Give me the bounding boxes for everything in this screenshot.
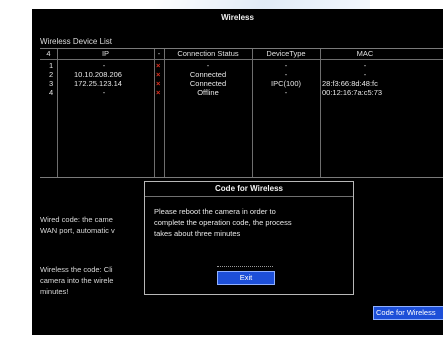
row-status: Connected xyxy=(189,79,227,88)
dialog-message-line: takes about three minutes xyxy=(154,229,241,238)
table-body: 1 - × - - - 2 10.10.208.206 × Connected … xyxy=(40,61,443,97)
row-ip: 10.10.208.206 xyxy=(74,70,122,79)
dialog-message-line: Please reboot the camera in order to xyxy=(154,207,276,216)
row-number: 1 xyxy=(49,61,54,70)
table-row[interactable]: 3 172.25.123.14 × Connected IPC(100) 28:… xyxy=(40,79,443,88)
device-table: 4 IP - Connection Status DeviceType MAC … xyxy=(40,48,443,178)
row-ip: 172.25.123.14 xyxy=(74,79,122,88)
row-mac: - xyxy=(363,61,367,70)
delete-icon[interactable]: × xyxy=(156,88,160,97)
row-status: Connected xyxy=(189,70,227,79)
table-row[interactable]: 4 - × Offline - 00:12:16:7a:c5:73 xyxy=(40,88,443,97)
row-status: - xyxy=(206,61,210,70)
delete-icon[interactable]: × xyxy=(156,79,160,88)
row-mac: 28:f3:66:8d:48:fc xyxy=(322,79,378,88)
table-row[interactable]: 1 - × - - - xyxy=(40,61,443,70)
dialog-title: Code for Wireless xyxy=(145,182,353,197)
row-device-type: - xyxy=(284,61,288,70)
dialog-message-line: complete the operation code, the process xyxy=(154,218,292,227)
code-for-wireless-button[interactable]: Code for Wireless xyxy=(373,306,443,320)
window-title: Wireless xyxy=(221,13,254,22)
dialog-message: Please reboot the camera in order to com… xyxy=(154,206,344,239)
device-list-label: Wireless Device List xyxy=(40,37,113,46)
row-device-type: - xyxy=(284,88,288,97)
row-device-type: - xyxy=(284,70,288,79)
row-mac: - xyxy=(363,70,367,79)
table-header: 4 IP - Connection Status DeviceType MAC xyxy=(40,49,443,59)
row-number: 3 xyxy=(49,79,54,88)
column-header-mac[interactable]: MAC xyxy=(320,49,410,58)
column-header-ip[interactable]: IP xyxy=(57,49,154,58)
row-ip: - xyxy=(102,61,106,70)
column-header-device-type[interactable]: DeviceType xyxy=(252,49,320,58)
row-number: 2 xyxy=(49,70,54,79)
delete-icon[interactable]: × xyxy=(156,61,160,70)
row-number: 4 xyxy=(49,88,54,97)
exit-button[interactable]: Exit xyxy=(217,271,275,285)
table-row[interactable]: 2 10.10.208.206 × Connected - - xyxy=(40,70,443,79)
row-device-type: IPC(100) xyxy=(270,79,301,88)
column-header-count[interactable]: 4 xyxy=(40,49,57,58)
header-divider xyxy=(40,59,443,60)
wireless-window: Wireless Wireless Device List 4 IP - Con… xyxy=(32,9,443,335)
code-for-wireless-dialog: Code for Wireless Please reboot the came… xyxy=(144,181,354,295)
delete-icon[interactable]: × xyxy=(156,70,160,79)
column-header-delete[interactable]: - xyxy=(154,49,164,58)
row-ip: - xyxy=(102,88,106,97)
dialog-divider xyxy=(217,266,273,267)
column-header-status[interactable]: Connection Status xyxy=(164,49,252,58)
row-mac: 00:12:16:7a:c5:73 xyxy=(322,88,383,97)
row-status: Offline xyxy=(197,88,219,97)
